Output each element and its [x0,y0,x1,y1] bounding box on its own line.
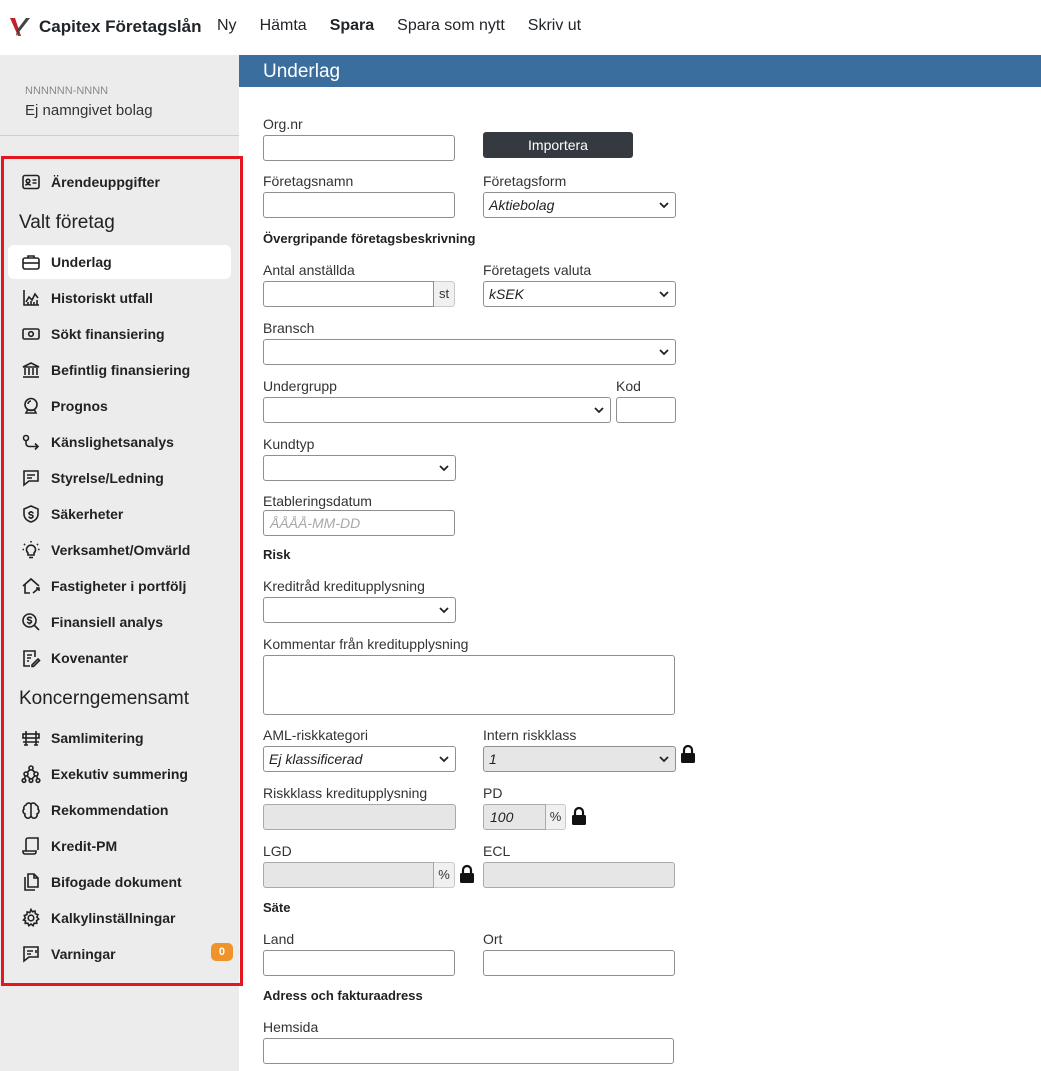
established-date-input[interactable]: ÅÅÅÅ-MM-DD [263,510,455,536]
established-label: Etableringsdatum [263,493,372,509]
code-input[interactable] [616,397,676,423]
divider [0,135,239,136]
company-name-label: Företagsnamn [263,173,354,189]
employees-unit: st [434,281,455,307]
company-name: Ej namngivet bolag [25,102,153,119]
company-id: NNNNNN-NNNN [25,85,109,97]
menu-save-as-new[interactable]: Spara som nytt [397,17,505,35]
employees-input[interactable] [263,281,434,307]
org-nr-label: Org.nr [263,116,303,132]
risk-heading: Risk [263,547,291,562]
chevron-down-icon [659,291,669,298]
company-form-select[interactable]: Aktiebolag [483,192,676,218]
sidebar: NNNNNN-NNNN Ej namngivet bolag Ärendeupp… [0,55,243,1071]
brand-logo-icon [10,18,30,36]
industry-select[interactable] [263,339,676,365]
currency-select[interactable]: kSEK [483,281,676,307]
org-nr-input[interactable] [263,135,455,161]
lock-icon[interactable] [458,864,476,884]
internal-risk-label: Intern riskklass [483,727,577,743]
company-name-input[interactable] [263,192,455,218]
pd-unit: % [546,804,566,830]
chevron-down-icon [659,756,669,763]
currency-value: kSEK [489,286,525,302]
risk-class-credit-label: Riskklass kreditupplysning [263,785,428,801]
lock-icon[interactable] [679,744,697,764]
customer-type-label: Kundtyp [263,436,315,452]
lgd-unit: % [434,862,455,888]
city-input[interactable] [483,950,675,976]
lgd-label: LGD [263,843,292,859]
chevron-down-icon [594,407,604,414]
chevron-down-icon [439,756,449,763]
sidebar-highlight-frame [1,156,243,986]
credit-comment-label: Kommentar från kreditupplysning [263,636,469,652]
subgroup-label: Undergrupp [263,378,337,394]
city-label: Ort [483,931,503,947]
company-form-label: Företagsform [483,173,567,189]
aml-value: Ej klassificerad [269,751,363,767]
chevron-down-icon [659,349,669,356]
ecl-input [483,862,675,888]
country-label: Land [263,931,295,947]
risk-class-credit-input [263,804,456,830]
company-form-value: Aktiebolag [489,197,555,213]
credit-comment-textarea[interactable] [263,655,675,715]
address-heading: Adress och fakturaadress [263,988,423,1003]
menu-save[interactable]: Spara [330,17,374,35]
pd-label: PD [483,785,503,801]
overview-heading: Övergripande företagsbeskrivning [263,231,476,246]
lock-icon[interactable] [570,806,588,826]
page-title: Underlag [239,55,1041,87]
ecl-label: ECL [483,843,511,859]
internal-risk-select[interactable]: 1 [483,746,676,772]
chevron-down-icon [439,607,449,614]
top-bar: Capitex Företagslån Ny Hämta Spara Spara… [0,0,1041,55]
seat-heading: Säte [263,900,291,915]
currency-label: Företagets valuta [483,262,592,278]
lgd-input [263,862,434,888]
country-input[interactable] [263,950,455,976]
industry-label: Bransch [263,320,315,336]
brand[interactable]: Capitex Företagslån [8,16,202,38]
code-label: Kod [616,378,641,394]
customer-type-select[interactable] [263,455,456,481]
brand-name: Capitex Företagslån [39,17,202,36]
website-label: Hemsida [263,1019,319,1035]
menu-fetch[interactable]: Hämta [260,17,307,35]
menu-new[interactable]: Ny [217,17,237,35]
subgroup-select[interactable] [263,397,611,423]
chevron-down-icon [439,465,449,472]
aml-label: AML-riskkategori [263,727,369,743]
aml-select[interactable]: Ej klassificerad [263,746,456,772]
chevron-down-icon [659,202,669,209]
internal-risk-value: 1 [489,751,497,767]
website-input[interactable] [263,1038,674,1064]
import-button[interactable]: Importera [483,132,633,158]
menu-print[interactable]: Skriv ut [528,17,581,35]
credit-advice-select[interactable] [263,597,456,623]
top-menu: Ny Hämta Spara Spara som nytt Skriv ut [217,17,604,35]
credit-advice-label: Kreditråd kreditupplysning [263,578,425,594]
employees-label: Antal anställda [263,262,355,278]
pd-input: 100 [483,804,546,830]
